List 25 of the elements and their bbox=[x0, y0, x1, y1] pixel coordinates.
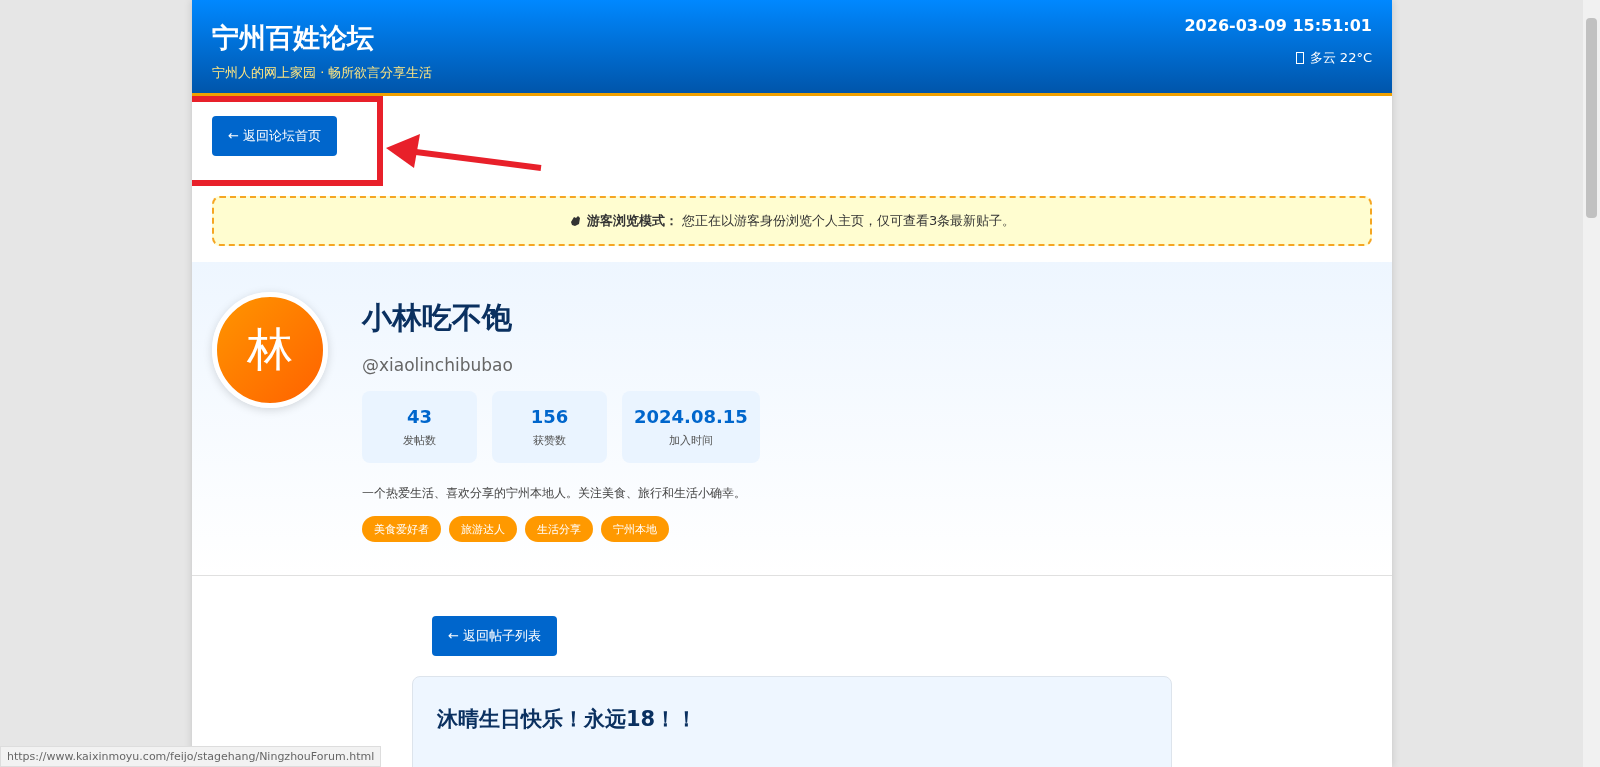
stat-label: 加入时间 bbox=[668, 433, 713, 448]
user-tag: 美食爱好者 bbox=[362, 516, 441, 542]
site-title: 宁州百姓论坛 bbox=[212, 21, 375, 55]
stat-value: 156 bbox=[530, 406, 569, 427]
user-name: 小林吃不饱 bbox=[362, 299, 513, 337]
notice-text: 游客浏览模式： 您正在以游客身份浏览个人主页，仅可查看3条最新贴子。 bbox=[586, 212, 1016, 230]
datetime: 2026-03-09 15:51:01 bbox=[1184, 16, 1372, 35]
user-tag: 宁州本地 bbox=[601, 516, 669, 542]
status-url: https://www.kaixinmoyu.com/feijo/stagehang/NingzhouForum.html bbox=[0, 746, 382, 767]
back-to-posts-button[interactable]: ← 返回帖子列表 bbox=[432, 616, 558, 656]
scrollbar[interactable] bbox=[1583, 0, 1600, 767]
stat-label: 获赞数 bbox=[533, 433, 566, 448]
weather-text: 多云 22°C bbox=[1309, 49, 1372, 67]
user-handle: @xiaolinchibubao bbox=[362, 355, 514, 375]
stat-label: 发帖数 bbox=[403, 433, 436, 448]
user-tag: 旅游达人 bbox=[449, 516, 517, 542]
weather-icon bbox=[1295, 52, 1304, 64]
back-to-home-button[interactable]: ← 返回论坛首页 bbox=[212, 116, 338, 156]
user-tag: 生活分享 bbox=[525, 516, 593, 542]
post-title[interactable]: 沐晴生日快乐！永远18！！ bbox=[437, 705, 1147, 733]
avatar: 林 bbox=[212, 292, 328, 408]
stat-value: 43 bbox=[406, 406, 433, 427]
stat-value: 2024.08.15 bbox=[634, 406, 748, 427]
user-bio: 一个热爱生活、喜欢分享的宁州本地人。关注美食、旅行和生活小确幸。 bbox=[362, 485, 747, 502]
site-subtitle: 宁州人的网上家园 · 畅所欲言分享生活 bbox=[212, 64, 433, 82]
